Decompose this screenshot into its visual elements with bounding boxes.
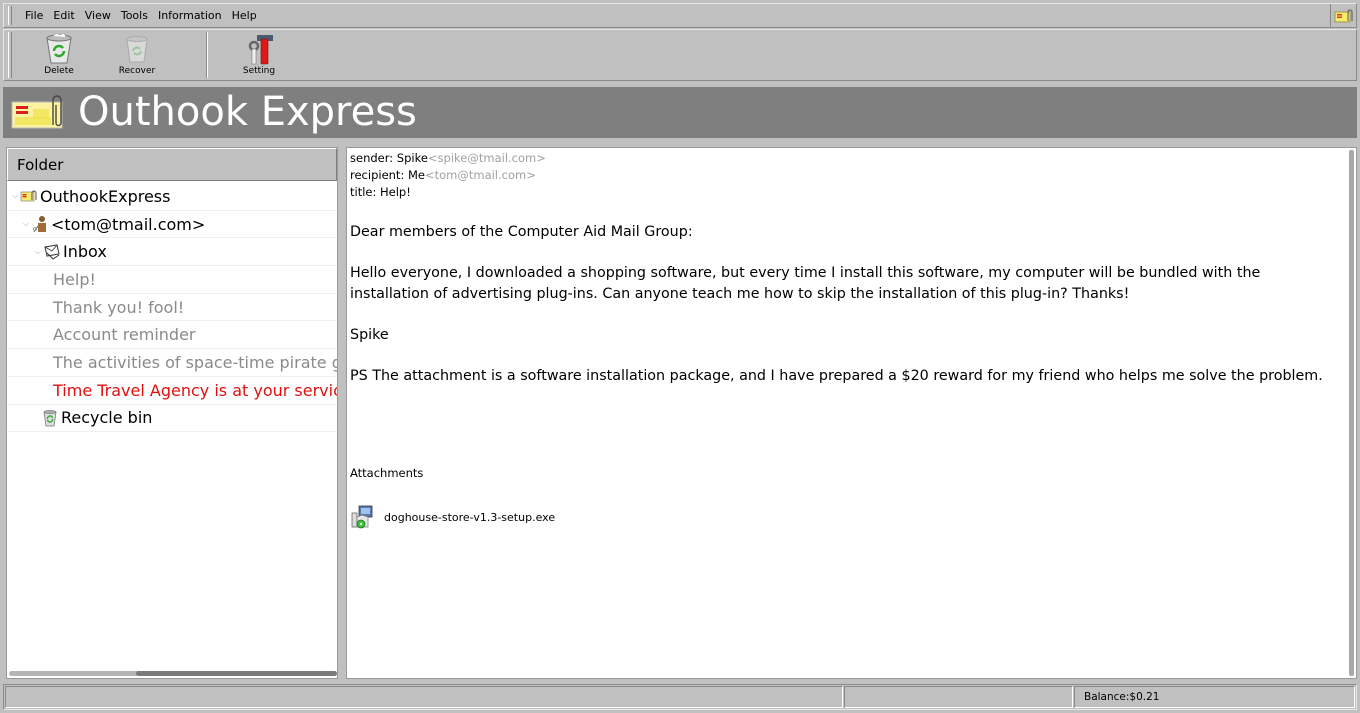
tree-item-inbox[interactable]: ⌵ Inbox: [7, 238, 337, 267]
body-paragraph: Dear members of the Computer Aid Mail Gr…: [350, 224, 693, 240]
mail-envelope-icon: [11, 95, 63, 129]
setting-button-label: Setting: [242, 66, 276, 76]
menu-bar-grip: [8, 6, 12, 25]
horizontal-scrollbar-thumb[interactable]: [136, 671, 337, 676]
mail-subject: Help!: [53, 269, 96, 289]
attachment-name: doghouse-store-v1.3-setup.exe: [384, 510, 556, 524]
mail-envelope-icon: [1334, 9, 1352, 22]
recipient-line: recipient: Me<tom@tmail.com>: [350, 167, 546, 184]
recycle-bin-icon: [46, 33, 72, 64]
body-paragraph: Hello everyone, I downloaded a shopping …: [350, 265, 1261, 302]
inbox-icon: [43, 244, 61, 260]
menu-help[interactable]: Help: [227, 9, 262, 22]
tree-item-root-label: OuthookExpress: [40, 186, 171, 206]
menu-edit[interactable]: Edit: [48, 9, 79, 22]
tree-item-account-label: <tom@tmail.com>: [51, 214, 206, 234]
tree-item-account[interactable]: ⌵ <tom@tmail.com>: [7, 211, 337, 239]
mail-subject: Account reminder: [53, 325, 196, 345]
mail-envelope-icon: [20, 188, 38, 204]
mail-item[interactable]: Help!: [7, 266, 337, 294]
title-line: title: Help!: [350, 184, 546, 201]
message-header: sender: Spike<spike@tmail.com> recipient…: [350, 150, 546, 201]
menu-information[interactable]: Information: [153, 9, 227, 22]
status-segment-2: [844, 686, 1073, 708]
recycle-bin-faded-icon: [126, 36, 148, 63]
sender-name: Spike: [396, 151, 428, 165]
tree-item-inbox-label: Inbox: [63, 242, 107, 262]
body-paragraph: Spike: [350, 326, 389, 343]
recipient-address: <tom@tmail.com>: [424, 168, 536, 182]
menu-view[interactable]: View: [80, 9, 116, 22]
chevron-down-icon[interactable]: ⌵: [21, 219, 31, 229]
installer-icon: [351, 505, 373, 529]
menu-tools[interactable]: Tools: [116, 9, 153, 22]
message-body: Dear members of the Computer Aid Mail Gr…: [350, 222, 1335, 407]
mail-item-unread[interactable]: Time Travel Agency is at your service: [7, 377, 337, 405]
sender-line: sender: Spike<spike@tmail.com>: [350, 150, 546, 167]
recipient-name: Me: [407, 168, 425, 182]
tree-item-recycle-bin[interactable]: Recycle bin: [7, 405, 337, 433]
mail-item[interactable]: Account reminder: [7, 321, 337, 350]
mail-subject: Time Travel Agency is at your service: [53, 380, 338, 400]
chevron-down-icon[interactable]: ⌵: [10, 191, 20, 201]
delete-button[interactable]: Delete: [24, 33, 94, 79]
recover-button[interactable]: Recover: [102, 33, 172, 79]
chevron-down-icon[interactable]: ⌵: [33, 247, 43, 257]
menu-bar: File Edit View Tools Information Help: [3, 3, 1357, 28]
status-bar: Balance:$0.21: [3, 684, 1357, 710]
mail-item[interactable]: The activities of space-time pirate grou…: [7, 349, 337, 377]
toolbar-separator: [206, 32, 208, 78]
status-segment-1: [5, 686, 843, 708]
message-pane: sender: Spike<spike@tmail.com> recipient…: [346, 147, 1357, 679]
tray-mail-button[interactable]: [1330, 4, 1356, 27]
title-label: title:: [350, 185, 381, 199]
message-title: Help!: [380, 185, 411, 199]
mail-subject: Thank you! fool!: [53, 297, 185, 317]
tree-item-root[interactable]: ⌵ OuthookExpress: [7, 183, 337, 211]
toolbar-grip: [8, 32, 12, 78]
tools-icon: [248, 35, 273, 65]
setting-button[interactable]: Setting: [224, 33, 294, 79]
folder-header: Folder: [7, 148, 337, 181]
folder-tree: ⌵ OuthookExpress ⌵ <tom@tmail.com> ⌵ Inb…: [7, 183, 337, 433]
menu-file[interactable]: File: [20, 9, 48, 22]
recycle-bin-icon: [41, 409, 59, 427]
attachments-label: Attachments: [350, 466, 424, 480]
mail-subject: The activities of space-time pirate grou…: [53, 352, 337, 372]
balance-status: Balance:$0.21: [1074, 686, 1355, 708]
mail-item[interactable]: Thank you! fool!: [7, 294, 337, 322]
sender-address: <spike@tmail.com>: [427, 151, 546, 165]
delete-button-label: Delete: [44, 66, 74, 76]
sender-label: sender:: [350, 151, 397, 165]
recipient-label: recipient:: [350, 168, 408, 182]
attachment-item[interactable]: doghouse-store-v1.3-setup.exe: [350, 505, 555, 529]
app-banner: Outhook Express: [3, 87, 1357, 138]
vertical-scrollbar[interactable]: [1349, 150, 1354, 676]
horizontal-scrollbar[interactable]: [9, 671, 337, 676]
recover-button-label: Recover: [118, 66, 156, 76]
folder-pane: Folder ⌵ OuthookExpress ⌵ <tom@tmail.com…: [6, 147, 338, 679]
app-title: Outhook Express: [78, 89, 417, 135]
toolbar: Delete Recover Setting: [3, 29, 1357, 81]
body-paragraph: PS The attachment is a software installa…: [350, 368, 1323, 385]
tree-item-recycle-bin-label: Recycle bin: [61, 408, 153, 428]
user-icon: [31, 216, 49, 233]
